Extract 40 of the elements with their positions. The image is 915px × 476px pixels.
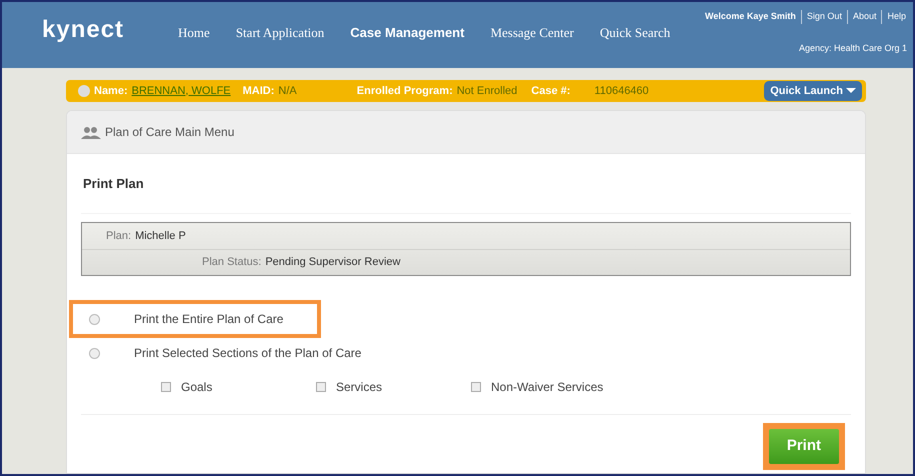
caret-icon [846,88,856,94]
header-link[interactable]: Sign Out [800,10,847,24]
option-label[interactable]: Print Selected Sections of the Plan of Care [134,344,362,362]
field-value: N/A [278,84,297,99]
agency-text: Agency: Health Care Org 1 [798,42,908,55]
field-value: Michelle P [135,228,186,244]
nav-link[interactable]: Case Management [350,23,464,43]
nav-link[interactable]: Start Application [236,23,324,43]
name-link[interactable]: BRENNAN, WOLFE [132,82,231,100]
checkbox[interactable] [471,382,481,392]
people-icon [81,126,101,138]
header-link[interactable]: Help [881,10,911,24]
field-value: 110646460 [594,84,649,99]
section-heading: Print Plan [83,175,145,193]
field-label: Plan: [106,228,132,244]
field-label: Plan Status: [202,255,262,270]
info-icon [78,85,90,97]
field-label: Enrolled Program: [356,84,453,99]
panel-title: Plan of Care Main Menu [105,124,234,141]
option-label[interactable]: Print the Entire Plan of Care [134,310,284,328]
nav-link[interactable]: Message Center [490,23,574,43]
radio-button[interactable] [89,314,100,324]
checkbox-label[interactable]: Non-Waiver Services [491,378,604,396]
logo: kynect [42,15,124,45]
quick-launch-button[interactable]: Quick Launch [764,80,862,102]
field-value: Pending Supervisor Review [265,255,400,270]
radio-button[interactable] [89,348,100,358]
field-label: Case #: [531,84,570,99]
header-link[interactable]: About [846,10,882,24]
field-value: Not Enrolled [456,84,518,99]
checkbox-label[interactable]: Services [336,378,382,396]
field-label: Name: [94,84,128,99]
checkbox-label[interactable]: Goals [181,378,212,396]
nav-link[interactable]: Quick Search [600,23,670,43]
welcome-text: Welcome Kaye Smith [705,10,797,23]
checkbox[interactable] [161,382,171,392]
field-label: MAID: [242,84,274,99]
checkbox[interactable] [316,382,326,392]
print-button[interactable]: Print [768,429,839,464]
nav-link[interactable]: Home [178,23,210,43]
